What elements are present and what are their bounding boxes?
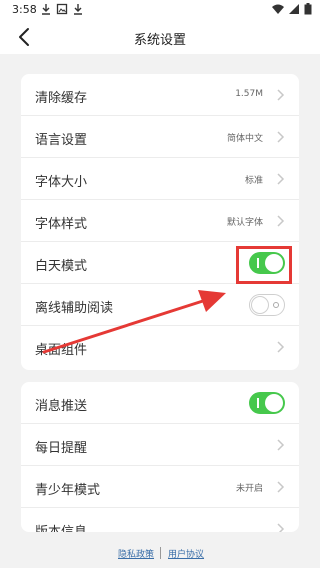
setting-label: 青少年模式: [35, 483, 101, 498]
settings-row-offline-reading: 离线辅助阅读: [21, 284, 299, 326]
chevron-right-icon: [277, 523, 285, 532]
privacy-policy-link[interactable]: 隐私政策: [118, 547, 154, 560]
settings-row-clear-cache[interactable]: 清除缓存 1.57M: [21, 74, 299, 116]
photo-icon: [56, 3, 68, 15]
setting-label: 语言设置: [35, 133, 88, 148]
setting-label: 字体样式: [35, 217, 88, 232]
setting-label: 消息推送: [35, 399, 88, 414]
setting-label: 版本信息: [35, 521, 87, 532]
setting-label: 离线辅助阅读: [35, 301, 114, 316]
toggle-knob: [251, 296, 269, 314]
setting-label: 字体大小: [35, 175, 88, 190]
annotation-highlight-box: [236, 246, 292, 284]
setting-value: 默认字体: [226, 218, 263, 228]
setting-label: 每日提醒: [35, 441, 88, 456]
status-bar: 3:58: [0, 0, 320, 20]
setting-label: 清除缓存: [35, 91, 88, 106]
setting-value: 未开启: [235, 484, 263, 494]
chevron-right-icon: [277, 89, 285, 101]
chevron-right-icon: [277, 439, 285, 451]
setting-label: 白天模式: [35, 259, 88, 274]
chevron-right-icon: [277, 173, 285, 185]
setting-value: 1.57M: [235, 89, 263, 99]
push-toggle[interactable]: [249, 392, 285, 414]
offline-reading-toggle[interactable]: [249, 294, 285, 316]
wifi-icon: [272, 4, 284, 14]
setting-value: 简体中文: [226, 134, 263, 144]
toggle-on-indicator: [257, 398, 259, 408]
settings-row-desktop-widget[interactable]: 桌面组件: [21, 326, 299, 368]
settings-row-font-style[interactable]: 字体样式 默认字体: [21, 200, 299, 242]
download-icon: [42, 4, 50, 15]
user-agreement-link[interactable]: 用户协议: [168, 547, 204, 560]
settings-row-push: 消息推送: [21, 382, 299, 424]
settings-row-language[interactable]: 语言设置 简体中文: [21, 116, 299, 158]
nav-header: 系统设置: [0, 20, 320, 54]
setting-value: 标准: [244, 176, 263, 186]
settings-card-notifications: 消息推送 每日提醒 青少年模式 未开启 版本信息: [21, 382, 299, 532]
chevron-right-icon: [277, 341, 285, 353]
footer: 隐私政策 用户协议: [0, 540, 320, 568]
toggle-off-indicator: [273, 302, 279, 308]
status-time: 3:58: [12, 3, 37, 16]
signal-icon: [289, 4, 299, 14]
download-icon: [74, 4, 82, 15]
setting-label: 桌面组件: [35, 343, 88, 358]
chevron-right-icon: [277, 215, 285, 227]
settings-row-teen-mode[interactable]: 青少年模式 未开启: [21, 466, 299, 508]
chevron-right-icon: [277, 481, 285, 493]
settings-row-font-size[interactable]: 字体大小 标准: [21, 158, 299, 200]
settings-card-general: 清除缓存 1.57M 语言设置 简体中文 字体大小 标准 字体样式 默认字体 白…: [21, 74, 299, 370]
chevron-right-icon: [277, 131, 285, 143]
page-title: 系统设置: [133, 33, 186, 48]
settings-row-daily-reminder[interactable]: 每日提醒: [21, 424, 299, 466]
battery-icon: [304, 3, 312, 15]
toggle-knob: [265, 394, 283, 412]
footer-divider: [160, 547, 161, 559]
settings-row-version[interactable]: 版本信息: [21, 508, 299, 532]
